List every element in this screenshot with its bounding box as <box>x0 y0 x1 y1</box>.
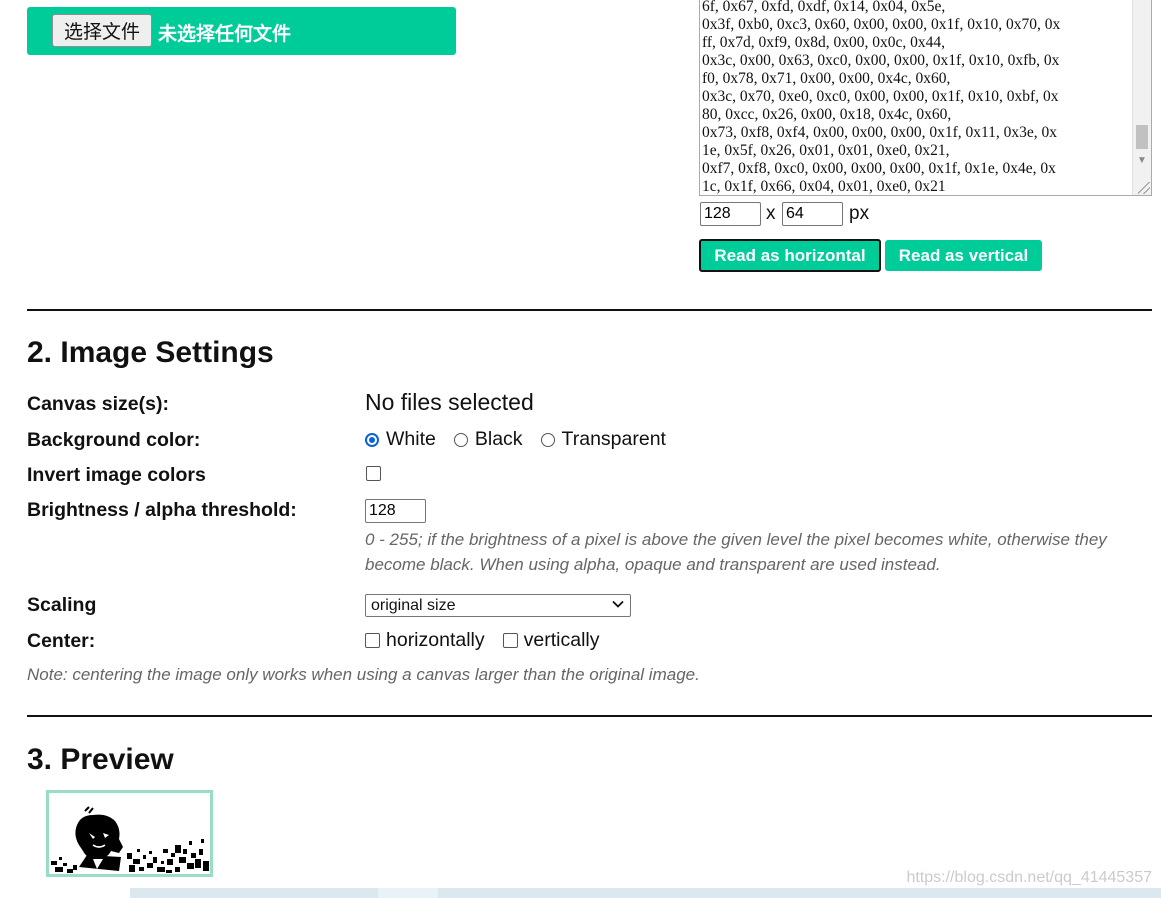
background-color-label: Background color: <box>27 429 201 451</box>
scroll-down-arrow-icon[interactable]: ▼ <box>1137 155 1147 166</box>
center-options: horizontally vertically <box>365 629 600 652</box>
size-separator: x <box>766 203 776 224</box>
center-vertically-checkbox[interactable] <box>502 633 518 648</box>
preview-canvas <box>46 790 213 877</box>
bottom-strip-segment <box>0 888 130 898</box>
center-label: Center: <box>27 630 96 652</box>
background-color-options: White Black Transparent <box>365 428 666 451</box>
hex-output-textarea[interactable]: 6f, 0x67, 0xfd, 0xdf, 0x14, 0x04, 0x5e, … <box>699 0 1152 196</box>
preview-image <box>49 793 210 874</box>
scaling-select[interactable]: original size <box>365 594 631 617</box>
image-settings-heading: 2. Image Settings <box>27 336 274 369</box>
bottom-strip-segment <box>378 888 438 898</box>
invert-colors-checkbox[interactable] <box>366 466 381 481</box>
scrollbar-thumb[interactable] <box>1136 125 1148 149</box>
hex-output-content: 6f, 0x67, 0xfd, 0xdf, 0x14, 0x04, 0x5e, … <box>702 0 1061 195</box>
radio-black-label[interactable]: Black <box>475 428 523 451</box>
width-input[interactable] <box>700 202 761 226</box>
height-input[interactable] <box>782 202 843 226</box>
bottom-strip <box>0 888 1161 898</box>
chevron-down-icon <box>612 600 624 608</box>
center-horizontally-checkbox[interactable] <box>365 633 380 648</box>
center-note: Note: centering the image only works whe… <box>27 665 700 684</box>
center-horizontally-label[interactable]: horizontally <box>386 629 485 652</box>
read-horizontal-button[interactable]: Read as horizontal <box>699 239 881 272</box>
invert-colors-label: Invert image colors <box>27 464 206 486</box>
watermark-text: https://blog.csdn.net/qq_41445357 <box>906 869 1152 886</box>
radio-transparent[interactable] <box>540 432 555 447</box>
file-upload-bar: 选择文件 未选择任何文件 <box>27 7 456 55</box>
canvas-size-label: Canvas size(s): <box>27 393 169 415</box>
textarea-scrollbar[interactable]: ▼ <box>1132 0 1151 195</box>
choose-file-button[interactable]: 选择文件 <box>52 14 152 47</box>
radio-black[interactable] <box>453 432 468 447</box>
radio-transparent-label[interactable]: Transparent <box>562 428 666 451</box>
resize-grip-icon[interactable] <box>1138 182 1150 194</box>
scaling-label: Scaling <box>27 594 97 616</box>
threshold-hint: 0 - 255; if the brightness of a pixel is… <box>365 530 1107 574</box>
no-file-selected-text: 未选择任何文件 <box>158 23 292 45</box>
section-divider <box>27 715 1152 717</box>
read-vertical-button[interactable]: Read as vertical <box>885 240 1042 271</box>
scaling-select-value: original size <box>371 597 456 614</box>
preview-heading: 3. Preview <box>27 743 174 776</box>
radio-white-label[interactable]: White <box>386 428 436 451</box>
canvas-size-value: No files selected <box>365 389 534 415</box>
threshold-input[interactable] <box>365 499 426 523</box>
center-vertically-label[interactable]: vertically <box>524 629 600 652</box>
threshold-label: Brightness / alpha threshold: <box>27 499 297 521</box>
radio-white[interactable] <box>365 432 379 447</box>
section-divider <box>27 309 1152 311</box>
size-unit: px <box>849 203 870 224</box>
